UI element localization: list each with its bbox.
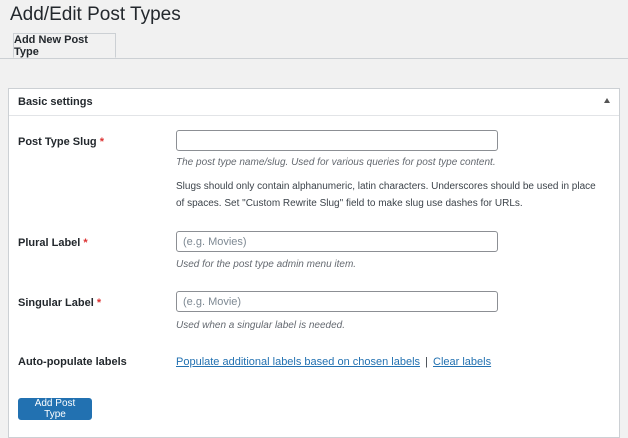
plural-label: Plural Label *: [18, 237, 88, 249]
populate-labels-link[interactable]: Populate additional labels based on chos…: [176, 356, 420, 368]
plural-help-text: Used for the post type admin menu item.: [176, 259, 357, 270]
plural-label-text: Plural Label: [18, 237, 81, 249]
autopopulate-label: Auto-populate labels: [18, 356, 127, 368]
post-type-slug-input[interactable]: [176, 130, 498, 151]
singular-label: Singular Label *: [18, 297, 101, 309]
tab-divider: [0, 58, 628, 59]
singular-label-text: Singular Label: [18, 297, 94, 309]
required-mark: *: [83, 237, 88, 249]
singular-label-input[interactable]: [176, 291, 498, 312]
slug-help-text: The post type name/slug. Used for variou…: [176, 157, 496, 168]
postbox-header[interactable]: Basic settings: [9, 89, 619, 116]
plural-label-input[interactable]: [176, 231, 498, 252]
singular-help-text: Used when a singular label is needed.: [176, 320, 345, 331]
tab-add-new-post-type[interactable]: Add New Post Type: [13, 33, 116, 58]
basic-settings-panel: Basic settings Post Type Slug * The post…: [8, 88, 620, 438]
required-mark: *: [99, 136, 104, 148]
autopopulate-links: Populate additional labels based on chos…: [176, 356, 491, 368]
page-title: Add/Edit Post Types: [10, 4, 181, 25]
collapse-arrow-icon[interactable]: [604, 98, 610, 103]
clear-labels-link[interactable]: Clear labels: [433, 356, 491, 368]
required-mark: *: [96, 297, 102, 309]
slug-label: Post Type Slug *: [18, 136, 104, 148]
link-separator: |: [425, 356, 428, 368]
postbox-title: Basic settings: [18, 96, 93, 108]
slug-label-text: Post Type Slug: [18, 136, 97, 148]
slug-note-text: Slugs should only contain alphanumeric, …: [176, 181, 596, 209]
add-post-type-button[interactable]: Add Post Type: [18, 398, 92, 420]
